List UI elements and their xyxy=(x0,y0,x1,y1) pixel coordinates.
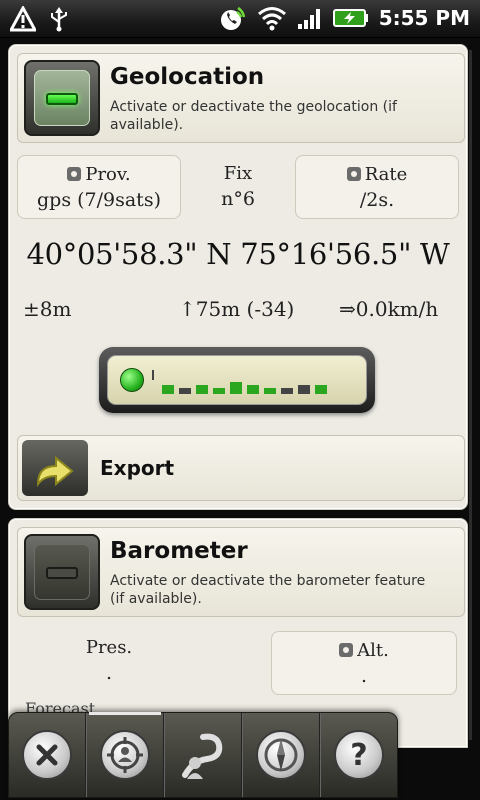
status-right: 5:55 PM xyxy=(219,4,470,32)
rate-selector[interactable]: Rate /2s. xyxy=(295,155,459,219)
fix-info: Fix n°6 xyxy=(183,155,293,219)
fix-label: Fix xyxy=(223,163,253,184)
altitude-value: ↑75m (-34) xyxy=(179,297,295,321)
barometer-header: Barometer Activate or deactivate the bar… xyxy=(17,527,465,617)
cell-signal-icon xyxy=(297,9,320,29)
track-tab-button[interactable] xyxy=(164,713,242,797)
altitude-label: Alt. xyxy=(357,640,389,661)
barometer-title: Barometer xyxy=(110,538,248,564)
pressure-info: Pres. . xyxy=(49,629,169,693)
signal-bar xyxy=(298,385,310,394)
help-icon: ? xyxy=(334,730,384,780)
close-button[interactable] xyxy=(9,713,86,797)
battery-charging-icon xyxy=(332,9,368,27)
export-arrow-icon xyxy=(36,455,74,487)
help-tab-button[interactable]: ? xyxy=(320,713,397,797)
provider-label: Prov. xyxy=(85,164,131,185)
signal-bar xyxy=(162,385,174,394)
signal-led-icon xyxy=(120,368,144,392)
barometer-description: Activate or deactivate the barometer fea… xyxy=(110,573,426,607)
signal-tick xyxy=(152,370,154,380)
geolocation-toggle-button[interactable] xyxy=(24,60,100,136)
geolocation-icon xyxy=(100,730,150,780)
toggle-led-icon xyxy=(46,567,78,579)
signal-bar xyxy=(230,382,242,394)
provider-label-row: Prov. xyxy=(18,164,180,185)
status-time: 5:55 PM xyxy=(378,6,470,30)
rate-value: /2s. xyxy=(359,189,395,211)
track-icon xyxy=(182,733,223,779)
gear-icon xyxy=(339,643,354,657)
scrollbar[interactable] xyxy=(469,50,472,740)
signal-bar xyxy=(281,388,293,394)
usb-icon xyxy=(51,7,67,32)
provider-selector[interactable]: Prov. gps (7/9sats) xyxy=(17,155,181,219)
signal-bar xyxy=(264,388,276,394)
speed-value: ⇒0.0km/h xyxy=(339,297,439,321)
geolocation-tab-button[interactable] xyxy=(86,712,164,797)
bottom-toolbar: ? xyxy=(8,712,398,798)
signal-bar xyxy=(213,388,225,394)
export-label: Export xyxy=(100,456,175,480)
barometer-toggle-button[interactable] xyxy=(24,534,100,610)
status-left xyxy=(10,6,70,32)
fix-value: n°6 xyxy=(221,188,255,210)
accuracy-value: ±8m xyxy=(23,297,72,321)
altitude-selector[interactable]: Alt. . xyxy=(271,631,457,695)
wifi-icon xyxy=(257,7,286,31)
rate-label-row: Rate xyxy=(296,164,458,185)
signal-bar xyxy=(247,385,259,394)
altitude-baro-value: . xyxy=(360,665,368,687)
altitude-label-row: Alt. xyxy=(272,640,456,661)
geolocation-panel: Geolocation Activate or deactivate the g… xyxy=(8,44,468,510)
signal-bar xyxy=(196,385,208,394)
signal-meter xyxy=(99,347,375,413)
coordinates-readout: 40°05'58.3" N 75°16'56.5" W xyxy=(26,237,450,271)
signal-bars xyxy=(162,382,327,394)
pressure-value: . xyxy=(105,662,113,684)
toggle-face xyxy=(34,544,90,600)
compass-icon xyxy=(256,730,306,780)
rate-label: Rate xyxy=(364,164,408,185)
gear-icon xyxy=(346,167,361,181)
export-icon-box xyxy=(22,440,88,496)
close-icon xyxy=(22,730,72,780)
provider-value: gps (7/9sats) xyxy=(37,189,161,211)
geolocation-description: Activate or deactivate the geolocation (… xyxy=(110,99,397,133)
geolocation-title: Geolocation xyxy=(110,64,265,90)
warning-icon xyxy=(10,6,36,32)
compass-tab-button[interactable] xyxy=(242,713,320,797)
geolocation-header: Geolocation Activate or deactivate the g… xyxy=(17,53,465,143)
signal-screen xyxy=(107,355,367,405)
gear-icon xyxy=(67,167,82,181)
phone-signal-icon xyxy=(220,6,245,30)
toggle-face xyxy=(34,70,90,126)
status-bar: 5:55 PM xyxy=(0,0,480,38)
signal-bar xyxy=(315,385,327,394)
export-button[interactable]: Export xyxy=(17,435,465,501)
signal-bar xyxy=(179,388,191,394)
pressure-label: Pres. xyxy=(85,637,133,658)
toggle-led-icon xyxy=(46,93,78,105)
